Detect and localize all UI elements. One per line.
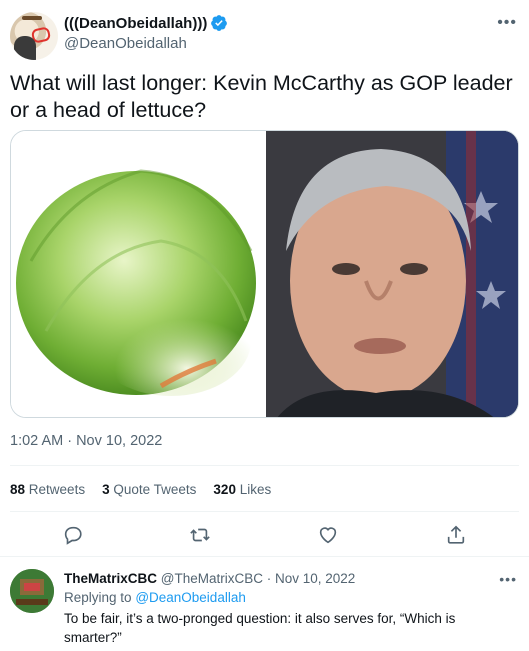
retweets-label: Retweets — [28, 482, 86, 497]
reply-author[interactable]: TheMatrixCBC @TheMatrixCBC · Nov 10, 202… — [64, 571, 355, 586]
tweet-actions — [10, 518, 519, 554]
display-name[interactable]: (((DeanObeidallah))) — [64, 15, 207, 32]
retweets-count: 88 — [10, 482, 26, 497]
reply-more-icon[interactable]: ••• — [499, 571, 517, 587]
tweet-timestamp[interactable]: 1:02 AM · Nov 10, 2022 — [10, 433, 162, 449]
author-name[interactable]: (((DeanObeidallah))) — [64, 14, 228, 32]
divider — [10, 511, 519, 512]
quotes-label: Quote Tweets — [113, 482, 197, 497]
reply-icon[interactable] — [62, 524, 84, 546]
share-icon[interactable] — [445, 524, 467, 546]
tweet-header: (((DeanObeidallah))) @DeanObeidallah ••• — [10, 10, 519, 60]
lettuce-illustration — [16, 169, 256, 396]
like-icon[interactable] — [317, 524, 339, 546]
divider — [10, 465, 519, 466]
portrait-illustration — [266, 131, 518, 417]
retweets-stat[interactable]: 88 Retweets — [10, 482, 85, 497]
quotes-stat[interactable]: 3 Quote Tweets — [102, 482, 196, 497]
tweet-text: What will last longer: Kevin McCarthy as… — [10, 71, 513, 122]
likes-count: 320 — [213, 482, 236, 497]
replying-to: Replying to @DeanObeidallah — [64, 590, 246, 605]
replying-to-link[interactable]: @DeanObeidallah — [135, 590, 246, 605]
likes-label: Likes — [239, 482, 272, 497]
lettuce-image[interactable] — [11, 131, 266, 417]
tweet-stats: 88 Retweets 3 Quote Tweets 320 Likes — [10, 482, 271, 497]
reply-handle-date[interactable]: @TheMatrixCBC · Nov 10, 2022 — [161, 571, 356, 586]
verified-badge-icon — [211, 15, 228, 31]
author-handle[interactable]: @DeanObeidallah — [64, 35, 187, 52]
mccarthy-photo[interactable] — [266, 131, 518, 417]
tweet-media[interactable] — [10, 130, 519, 418]
reply-display-name[interactable]: TheMatrixCBC — [64, 571, 157, 586]
more-icon[interactable]: ••• — [497, 14, 517, 32]
reply-avatar[interactable] — [10, 569, 54, 613]
retweet-icon[interactable] — [189, 524, 211, 546]
likes-stat[interactable]: 320 Likes — [213, 482, 271, 497]
avatar[interactable] — [10, 12, 58, 60]
reply-tweet[interactable]: TheMatrixCBC @TheMatrixCBC · Nov 10, 202… — [0, 556, 529, 651]
replying-prefix: Replying to — [64, 590, 132, 605]
quotes-count: 3 — [102, 482, 110, 497]
reply-text: To be fair, it’s a two-pronged question:… — [64, 611, 456, 645]
